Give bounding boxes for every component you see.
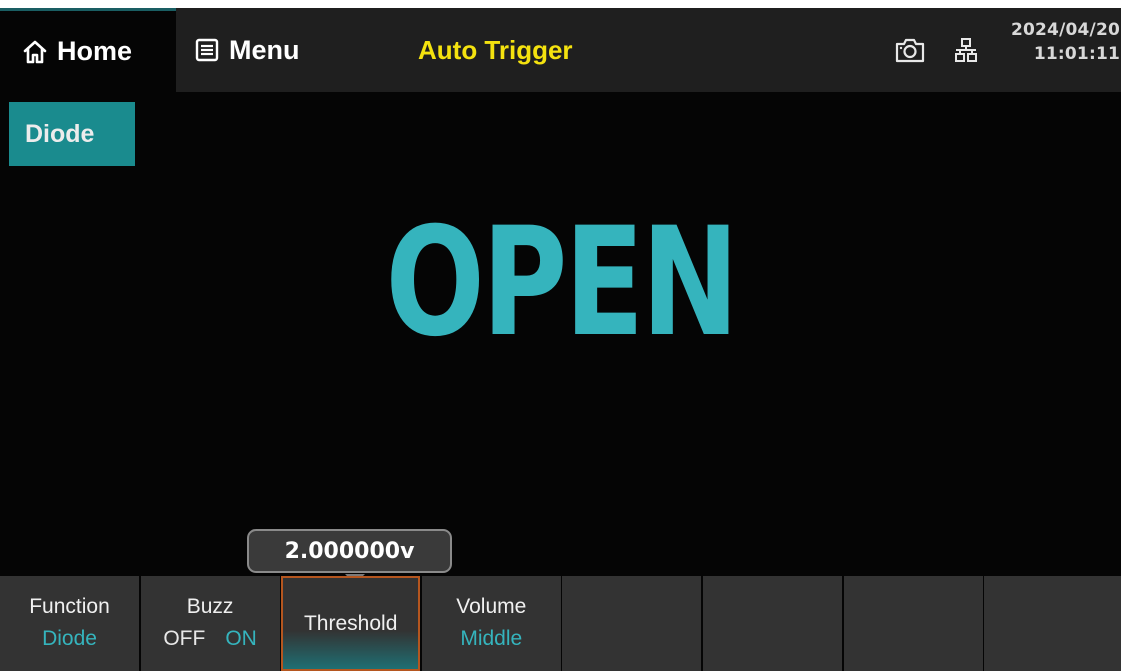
- softkey-empty-5[interactable]: [562, 576, 702, 671]
- softkey-threshold[interactable]: Threshold: [281, 576, 421, 671]
- reading-area: OPEN: [0, 168, 1121, 398]
- home-label: Home: [57, 36, 133, 66]
- time-text: 11:01:11: [1033, 44, 1120, 64]
- softkey-empty-7[interactable]: [843, 576, 983, 671]
- softkey-title: Threshold: [303, 611, 398, 635]
- softkey-value: Middle: [460, 626, 523, 650]
- function-badge: Diode: [9, 102, 135, 166]
- softkey-title: Buzz: [186, 594, 234, 618]
- main-reading: OPEN: [385, 196, 739, 370]
- date-text: 2024/04/20: [1010, 20, 1120, 40]
- threshold-value-tooltip[interactable]: 2.000000v: [247, 529, 452, 573]
- buzz-on-option: ON: [225, 626, 257, 650]
- top-bar: Home Menu Auto Trigger 2024/04/20 11:01:…: [0, 8, 1121, 92]
- softkey-title: Volume: [456, 594, 527, 618]
- softkey-function[interactable]: Function Diode: [0, 576, 139, 671]
- buzz-toggle[interactable]: OFF ON: [163, 622, 257, 656]
- datetime: 2024/04/20 11:01:11: [1011, 18, 1120, 66]
- softkey-buzz[interactable]: Buzz OFF ON: [140, 576, 280, 671]
- home-icon: [22, 39, 48, 65]
- softkey-bar: Function Diode Buzz OFF ON Threshold Volu…: [0, 576, 1121, 671]
- trigger-mode-label[interactable]: Auto Trigger: [418, 8, 573, 92]
- menu-tab[interactable]: Menu: [194, 8, 300, 92]
- softkey-empty-6[interactable]: [702, 576, 842, 671]
- camera-icon[interactable]: [894, 36, 926, 69]
- buzz-off-option: OFF: [163, 626, 206, 650]
- softkey-volume[interactable]: Volume Middle: [421, 576, 561, 671]
- instrument-screen: Home Menu Auto Trigger 2024/04/20 11:01:…: [0, 8, 1121, 671]
- home-tab[interactable]: Home: [0, 8, 176, 92]
- softkey-value: Diode: [42, 626, 97, 650]
- menu-label: Menu: [229, 34, 300, 65]
- softkey-empty-8[interactable]: [984, 576, 1121, 671]
- lan-icon: [954, 37, 978, 68]
- menu-icon: [194, 37, 220, 63]
- softkey-title: Function: [29, 594, 110, 618]
